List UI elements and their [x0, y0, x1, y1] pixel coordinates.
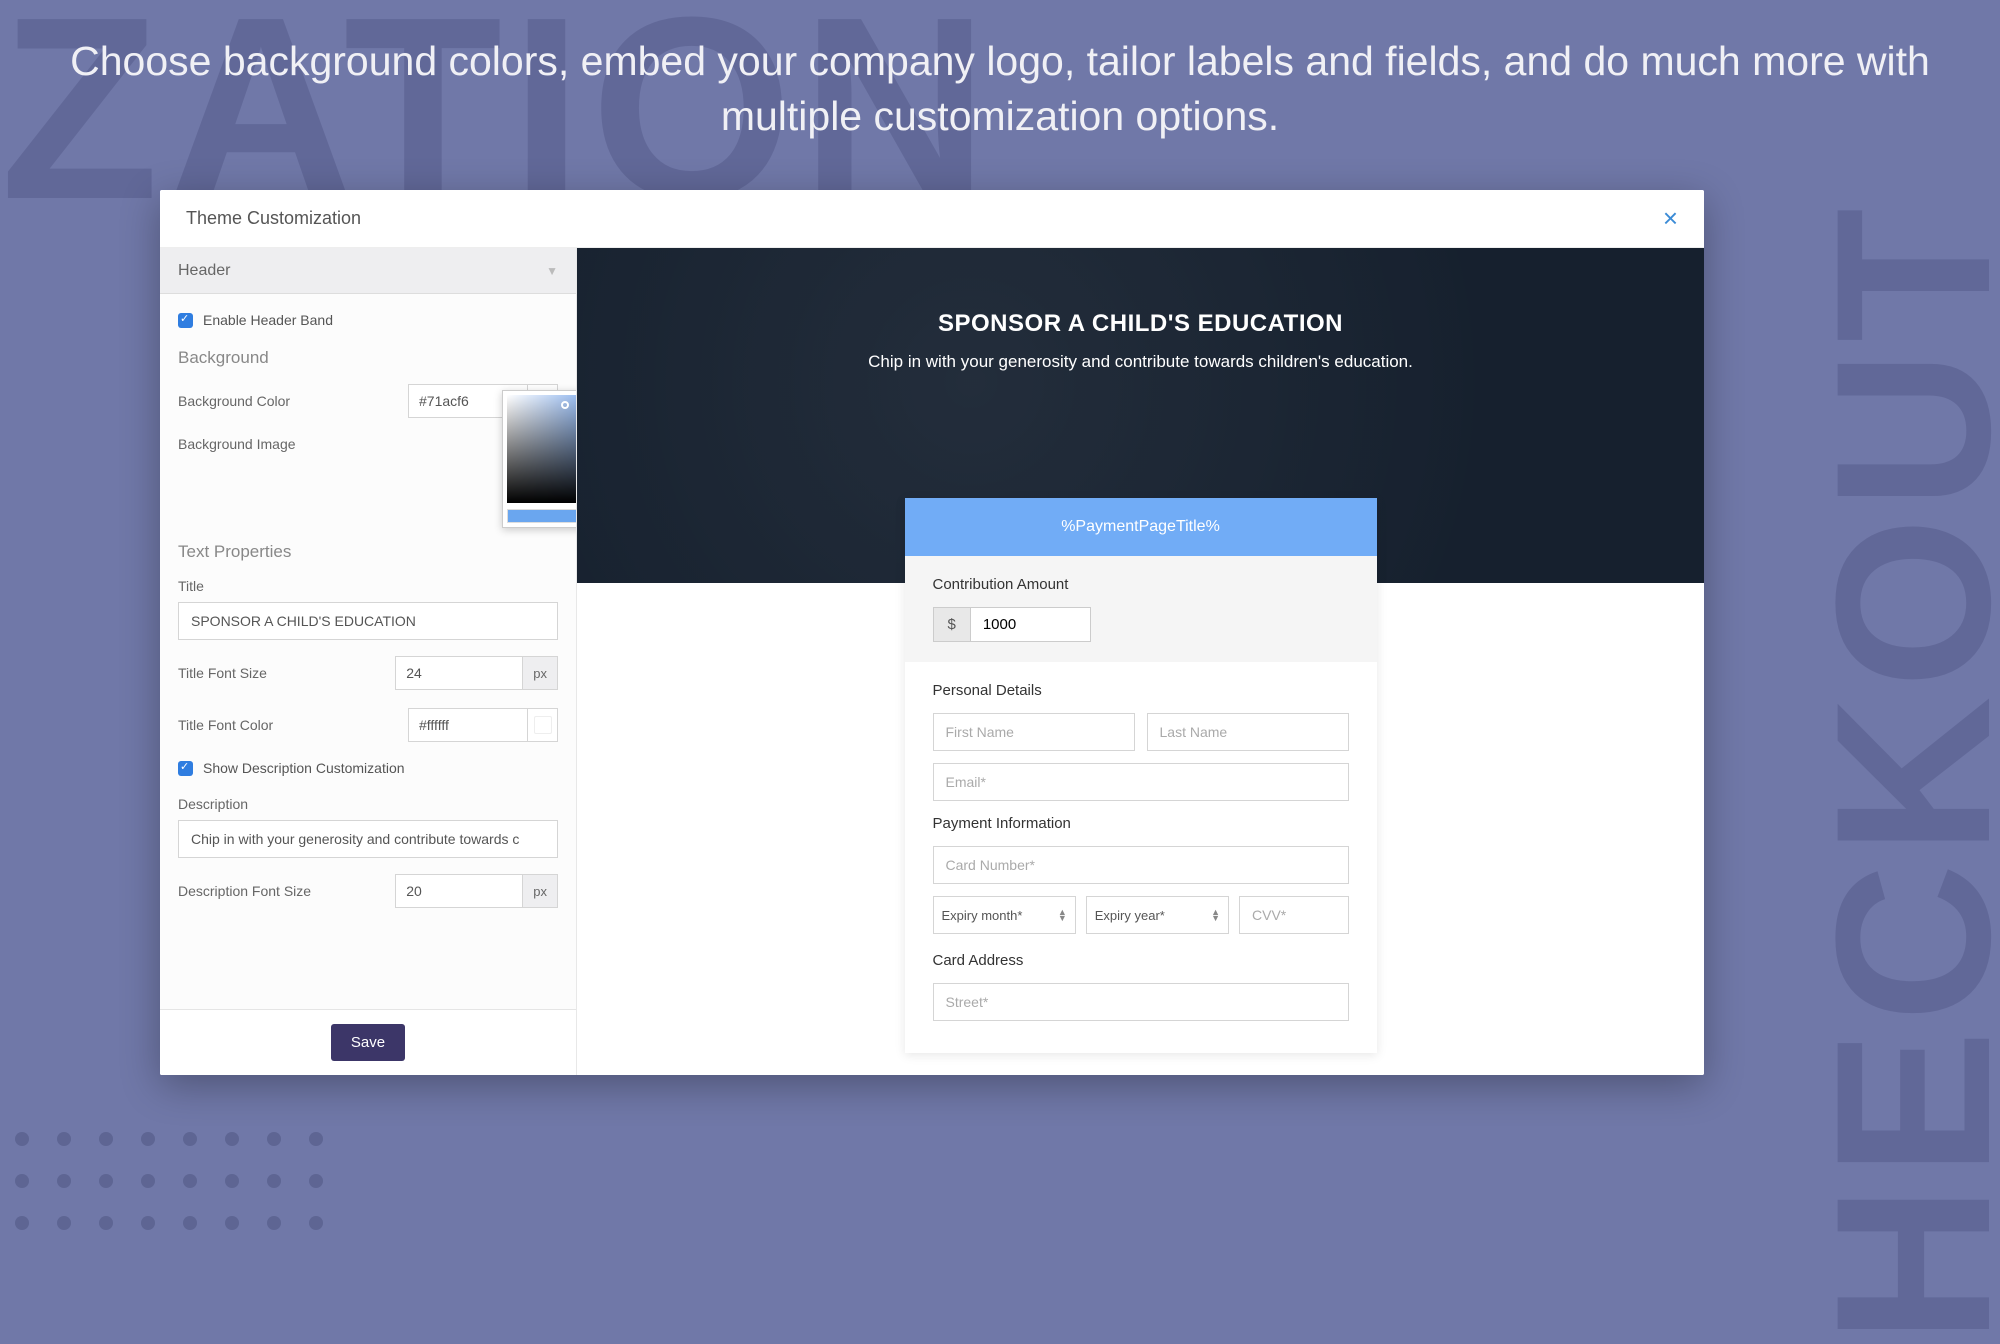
text-properties-heading: Text Properties	[178, 542, 558, 562]
bg-color-label: Background Color	[178, 393, 290, 409]
chevron-updown-icon: ▲▼	[1058, 909, 1067, 921]
modal-header: Theme Customization ×	[160, 190, 1704, 248]
color-picker-handle[interactable]	[561, 401, 569, 409]
personal-details-label: Personal Details	[933, 682, 1349, 699]
title-input[interactable]	[178, 602, 558, 640]
cvv-input[interactable]: CVV*	[1239, 896, 1349, 934]
show-description-label: Show Description Customization	[203, 760, 405, 776]
contribution-amount-label: Contribution Amount	[933, 576, 1349, 593]
show-description-checkbox[interactable]	[178, 761, 193, 776]
currency-prefix: $	[933, 607, 971, 642]
expiry-year-select[interactable]: Expiry year*▲▼	[1086, 896, 1229, 934]
background-heading: Background	[178, 348, 558, 368]
title-font-size-label: Title Font Size	[178, 665, 267, 681]
chevron-down-icon: ▼	[546, 264, 558, 278]
close-icon[interactable]: ×	[1663, 203, 1678, 234]
expiry-month-select[interactable]: Expiry month*▲▼	[933, 896, 1076, 934]
enable-header-band-checkbox[interactable]	[178, 313, 193, 328]
save-button[interactable]: Save	[331, 1024, 405, 1061]
title-font-color-input[interactable]	[408, 708, 528, 742]
desc-font-size-label: Description Font Size	[178, 883, 311, 899]
description-input[interactable]	[178, 820, 558, 858]
payment-info-label: Payment Information	[933, 815, 1349, 832]
color-picker-alpha[interactable]	[507, 509, 576, 523]
hero-subtitle: Chip in with your generosity and contrib…	[868, 352, 1413, 372]
desc-font-size-input[interactable]	[395, 874, 523, 908]
street-input[interactable]: Street*	[933, 983, 1349, 1021]
page-tagline: Choose background colors, embed your com…	[0, 34, 2000, 145]
last-name-input[interactable]: Last Name	[1147, 713, 1349, 751]
px-unit: px	[523, 656, 558, 690]
hero-title: SPONSOR A CHILD'S EDUCATION	[938, 310, 1343, 338]
chevron-updown-icon: ▲▼	[1211, 909, 1220, 921]
color-picker-popup[interactable]	[502, 390, 576, 528]
hero-banner: SPONSOR A CHILD'S EDUCATION Chip in with…	[577, 248, 1704, 583]
settings-sidebar: Header ▼ Enable Header Band Background B…	[160, 248, 577, 1075]
px-unit-2: px	[523, 874, 558, 908]
section-dropdown[interactable]: Header ▼	[160, 248, 576, 294]
card-number-input[interactable]: Card Number*	[933, 846, 1349, 884]
description-label: Description	[178, 796, 558, 812]
checkout-card: %PaymentPageTitle% Contribution Amount $…	[905, 498, 1377, 1053]
title-font-color-label: Title Font Color	[178, 717, 273, 733]
title-label: Title	[178, 578, 558, 594]
card-address-label: Card Address	[933, 952, 1349, 969]
title-font-size-input[interactable]	[395, 656, 523, 690]
amount-input[interactable]	[971, 607, 1091, 642]
preview-pane: SPONSOR A CHILD'S EDUCATION Chip in with…	[577, 248, 1704, 1075]
enable-header-band-label: Enable Header Band	[203, 312, 333, 328]
dropdown-label: Header	[178, 262, 230, 280]
card-header: %PaymentPageTitle%	[905, 498, 1377, 556]
bg-dots	[15, 1132, 323, 1230]
email-input[interactable]: Email*	[933, 763, 1349, 801]
bg-image-label: Background Image	[178, 436, 296, 452]
title-font-color-swatch[interactable]	[528, 708, 558, 742]
bg-deco-right: HECKOUT	[1787, 200, 2000, 1344]
modal-title: Theme Customization	[186, 208, 361, 229]
first-name-input[interactable]: First Name	[933, 713, 1135, 751]
color-picker-saturation[interactable]	[507, 395, 576, 503]
theme-customization-modal: Theme Customization × Header ▼ Enable He…	[160, 190, 1704, 1075]
